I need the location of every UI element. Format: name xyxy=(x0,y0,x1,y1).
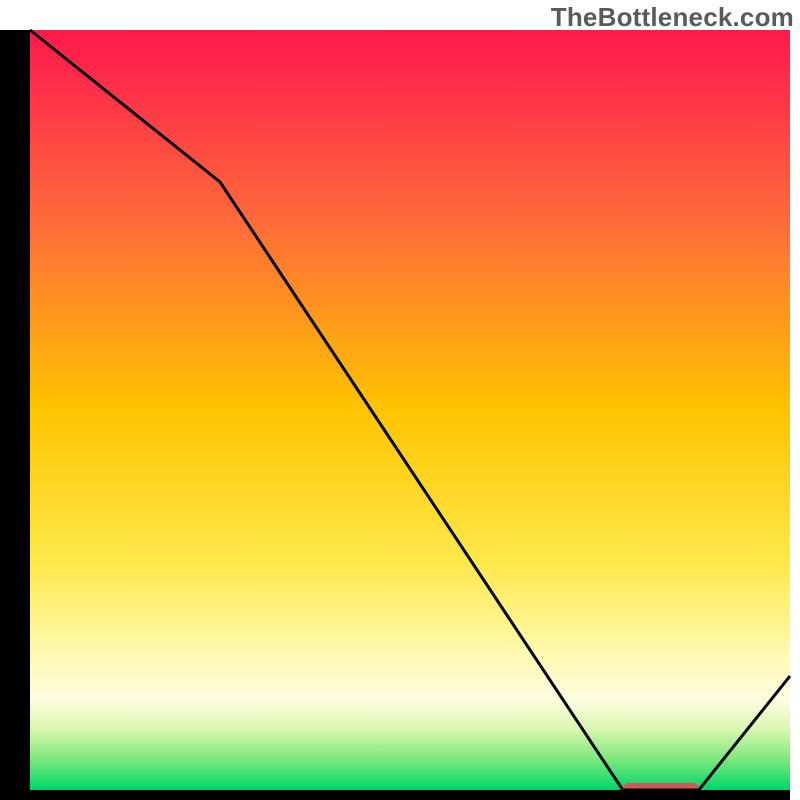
chart-root: TheBottleneck.com xyxy=(0,0,800,800)
chart-background xyxy=(30,30,790,790)
bottleneck-chart xyxy=(0,0,800,800)
watermark-text: TheBottleneck.com xyxy=(551,2,794,33)
